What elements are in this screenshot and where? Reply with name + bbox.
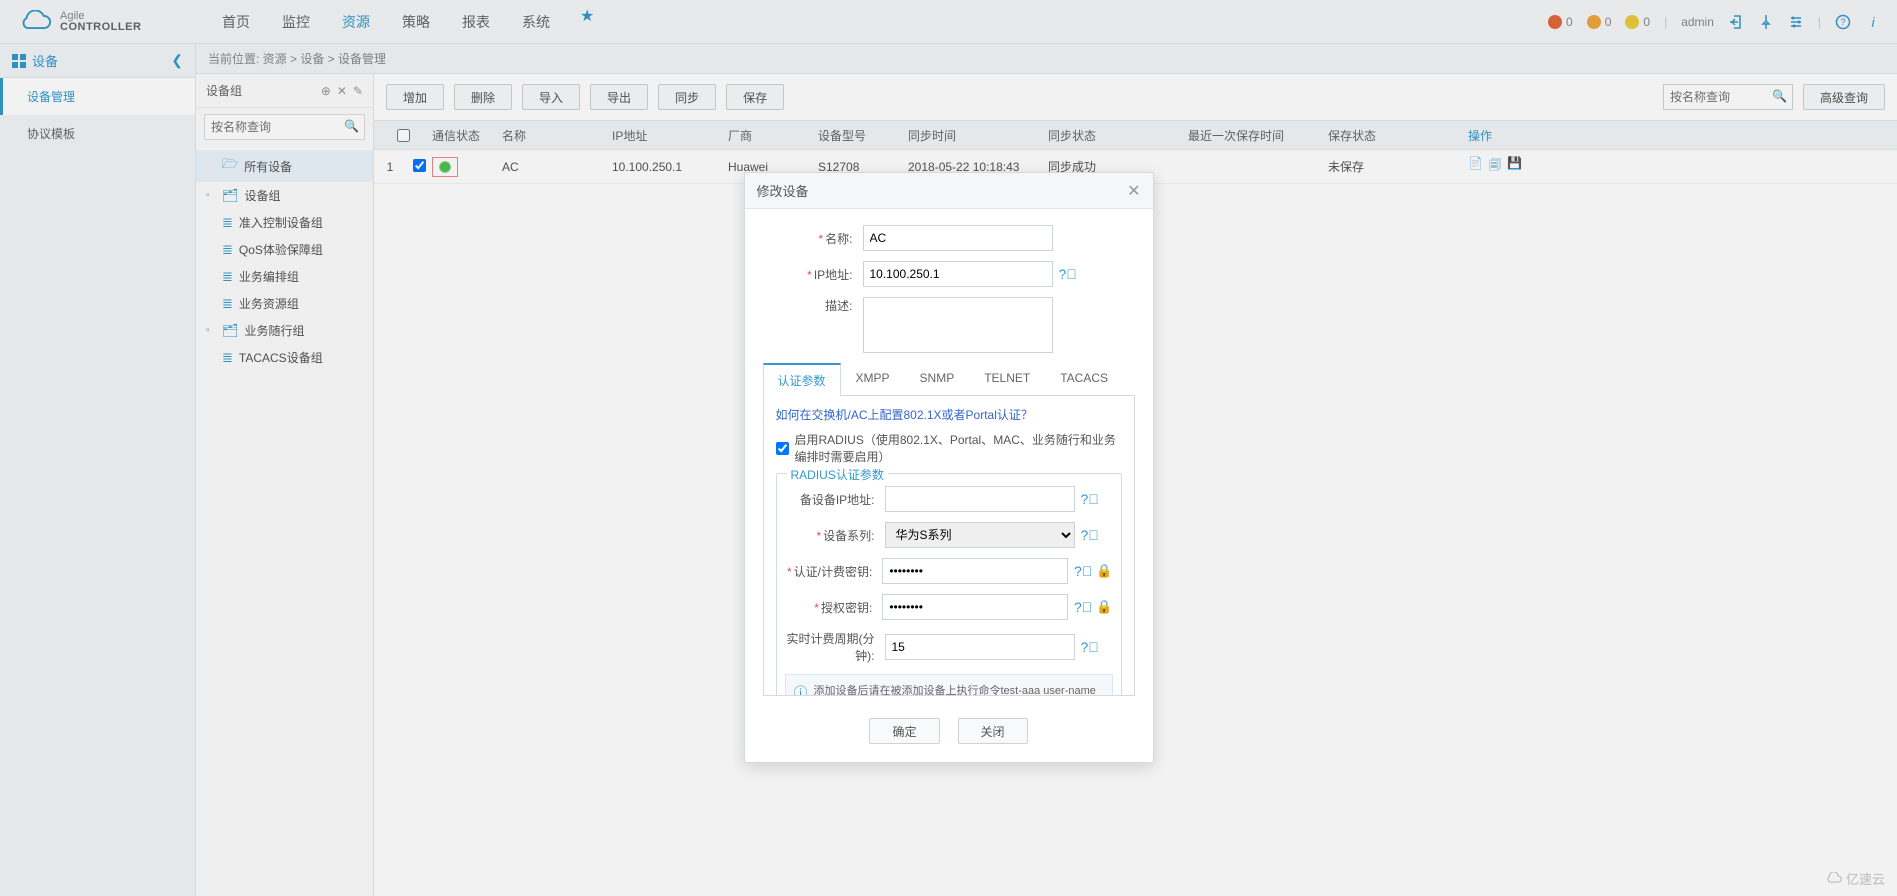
desc-input[interactable] — [863, 297, 1053, 353]
info-icon: ⓘ — [794, 683, 808, 696]
help-icon[interactable]: ?⃝ — [1059, 266, 1077, 282]
period-label: 实时计费周期(分钟): — [785, 630, 885, 664]
dialog-tabs: 认证参数 XMPP SNMP TELNET TACACS — [763, 363, 1135, 396]
tab-body: 如何在交换机/AC上配置802.1X或者Portal认证？ 启用RADIUS（使… — [763, 396, 1135, 696]
desc-label: 描述: — [763, 297, 863, 314]
name-label: 名称: — [763, 230, 863, 247]
help-icon[interactable]: ?⃝ — [1081, 639, 1099, 655]
period-input[interactable] — [885, 634, 1075, 660]
backup-ip-input[interactable] — [885, 486, 1075, 512]
radius-note: ⓘ 添加设备后请在被添加设备上执行命令test-aaa user-name us… — [785, 674, 1113, 696]
cloud-icon — [1824, 872, 1842, 886]
help-icon[interactable]: ?⃝ — [1081, 491, 1099, 507]
backup-ip-label: 备设备IP地址: — [785, 491, 885, 508]
tab-snmp[interactable]: SNMP — [905, 363, 970, 395]
modal-mask: 修改设备 ✕ 名称: IP地址: ?⃝ 描述: 认证参数 XMPP SNMP T… — [0, 0, 1897, 896]
radius-legend: RADIUS认证参数 — [787, 466, 888, 483]
enable-radius-label: 启用RADIUS（使用802.1X、Portal、MAC、业务随行和业务编排时需… — [795, 431, 1122, 465]
dialog-title: 修改设备 — [757, 181, 809, 200]
authzkey-label: 授权密钥: — [785, 599, 883, 616]
close-icon[interactable]: ✕ — [1127, 181, 1140, 201]
note-text: 添加设备后请在被添加设备上执行命令test-aaa user-name user… — [814, 683, 1104, 696]
authkey-input[interactable] — [882, 558, 1068, 584]
tab-auth[interactable]: 认证参数 — [763, 363, 841, 396]
radius-fieldset: RADIUS认证参数 备设备IP地址: ?⃝ 设备系列: 华为S系列 ?⃝ 认证… — [776, 473, 1122, 696]
lock-icon[interactable]: 🔒 — [1096, 599, 1112, 615]
config-help-link[interactable]: 如何在交换机/AC上配置802.1X或者Portal认证？ — [776, 408, 1033, 422]
watermark: 亿速云 — [1824, 869, 1885, 888]
watermark-text: 亿速云 — [1846, 869, 1885, 888]
tab-xmpp[interactable]: XMPP — [841, 363, 905, 395]
series-select[interactable]: 华为S系列 — [885, 522, 1075, 548]
ok-button[interactable]: 确定 — [869, 718, 939, 744]
help-icon[interactable]: ?⃝ — [1074, 563, 1092, 579]
ip-label: IP地址: — [763, 266, 863, 283]
cancel-button[interactable]: 关闭 — [958, 718, 1028, 744]
help-icon[interactable]: ?⃝ — [1074, 599, 1092, 615]
authkey-label: 认证/计费密钥: — [785, 563, 883, 580]
tab-tacacs[interactable]: TACACS — [1045, 363, 1123, 395]
authzkey-input[interactable] — [882, 594, 1068, 620]
edit-device-dialog: 修改设备 ✕ 名称: IP地址: ?⃝ 描述: 认证参数 XMPP SNMP T… — [744, 172, 1154, 763]
name-input[interactable] — [863, 225, 1053, 251]
lock-icon[interactable]: 🔒 — [1096, 563, 1112, 579]
help-icon[interactable]: ?⃝ — [1081, 527, 1099, 543]
series-label: 设备系列: — [785, 527, 885, 544]
enable-radius-checkbox[interactable] — [776, 442, 789, 455]
tab-telnet[interactable]: TELNET — [969, 363, 1045, 395]
ip-input[interactable] — [863, 261, 1053, 287]
